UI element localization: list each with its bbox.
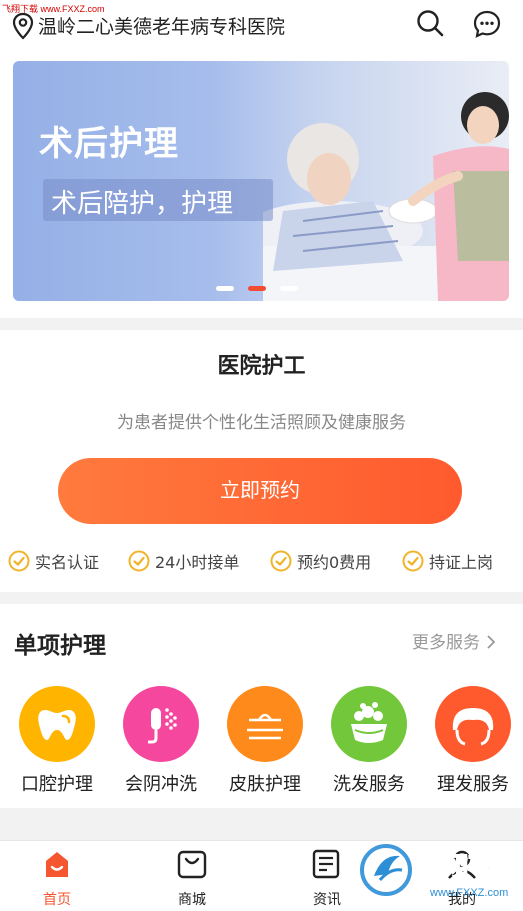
chevron-right-icon xyxy=(487,635,496,649)
search-icon[interactable] xyxy=(416,9,444,37)
care-item-hair-wash[interactable]: 洗发服务 xyxy=(317,686,421,796)
news-icon xyxy=(312,849,340,879)
care-item-haircut[interactable]: 理发服务 xyxy=(421,686,523,796)
single-care-section: 单项护理 更多服务 口腔护理 会阴冲洗 皮肤护理 洗发服务 理发服务 xyxy=(0,604,523,808)
tab-home[interactable]: 首页 xyxy=(17,847,97,909)
feature-label: 24小时接单 xyxy=(155,553,240,572)
feature-item: 实名认证 xyxy=(8,549,99,573)
banner-carousel[interactable]: 术后护理 术后陪护，护理 xyxy=(13,61,509,301)
watermark-logo-url: www.FXXZ.com xyxy=(429,887,508,899)
caregiver-photo xyxy=(263,92,509,301)
more-services-link[interactable]: 更多服务 xyxy=(412,628,497,653)
hospital-name[interactable]: 温岭二心美德老年病专科医院 xyxy=(38,12,285,39)
tooth-icon xyxy=(19,686,95,762)
tab-label: 商城 xyxy=(178,892,206,908)
care-item-label: 会阴冲洗 xyxy=(125,774,197,795)
care-item-label: 皮肤护理 xyxy=(229,774,301,795)
nursing-service-card: 医院护工 为患者提供个性化生活照顾及健康服务 立即预约 实名认证 24小时接单 … xyxy=(0,330,523,592)
check-circle-icon xyxy=(128,550,150,572)
tab-news[interactable]: 资讯 xyxy=(287,847,367,909)
shower-icon xyxy=(123,686,199,762)
feature-item: 预约0费用 xyxy=(270,549,371,573)
feature-label: 预约0费用 xyxy=(297,553,372,572)
check-circle-icon xyxy=(402,550,424,572)
carousel-indicators xyxy=(216,286,298,291)
care-item-label: 口腔护理 xyxy=(21,774,93,795)
care-item-oral[interactable]: 口腔护理 xyxy=(5,686,109,796)
chat-bubble-icon[interactable] xyxy=(472,9,502,39)
check-circle-icon xyxy=(8,550,30,572)
care-item-label: 洗发服务 xyxy=(333,774,405,795)
section-title: 单项护理 xyxy=(14,633,106,659)
watermark-logo-brand: 飞翔下载 xyxy=(416,853,520,883)
feature-item: 24小时接单 xyxy=(128,549,239,573)
shopping-bag-icon xyxy=(177,850,207,879)
more-services-label: 更多服务 xyxy=(412,633,480,653)
skin-icon xyxy=(227,686,303,762)
book-now-button[interactable]: 立即预约 xyxy=(58,458,462,524)
tab-label: 资讯 xyxy=(313,892,341,908)
check-circle-icon xyxy=(270,550,292,572)
tab-label: 首页 xyxy=(43,892,71,908)
service-subtitle: 为患者提供个性化生活照顾及健康服务 xyxy=(117,413,406,433)
feature-item: 持证上岗 xyxy=(402,549,493,573)
feature-label: 持证上岗 xyxy=(429,553,494,572)
service-title: 医院护工 xyxy=(217,354,306,379)
home-icon xyxy=(46,852,68,877)
location-pin-icon[interactable] xyxy=(12,12,34,40)
care-item-label: 理发服务 xyxy=(437,774,509,795)
feature-list: 实名认证 24小时接单 预约0费用 持证上岗 xyxy=(0,549,523,573)
carousel-dot[interactable] xyxy=(216,286,234,291)
care-item-skin[interactable]: 皮肤护理 xyxy=(213,686,317,796)
banner-subtitle: 术后陪护，护理 xyxy=(51,189,234,219)
carousel-dot[interactable] xyxy=(280,286,298,291)
feature-label: 实名认证 xyxy=(35,553,100,572)
care-item-list: 口腔护理 会阴冲洗 皮肤护理 洗发服务 理发服务 xyxy=(0,686,523,806)
banner-title: 术后护理 xyxy=(39,124,179,164)
tab-mall[interactable]: 商城 xyxy=(152,847,232,909)
hair-wash-icon xyxy=(331,686,407,762)
haircut-icon xyxy=(435,686,511,762)
banner-section: 术后护理 术后陪护，护理 xyxy=(0,52,523,318)
carousel-dot-active[interactable] xyxy=(248,286,266,291)
top-bar: 飞翔下载 www.FXXZ.com 温岭二心美德老年病专科医院 xyxy=(0,0,523,52)
care-item-perineal[interactable]: 会阴冲洗 xyxy=(109,686,213,796)
watermark-logo: 飞翔下载 www.FXXZ.com xyxy=(360,844,520,899)
